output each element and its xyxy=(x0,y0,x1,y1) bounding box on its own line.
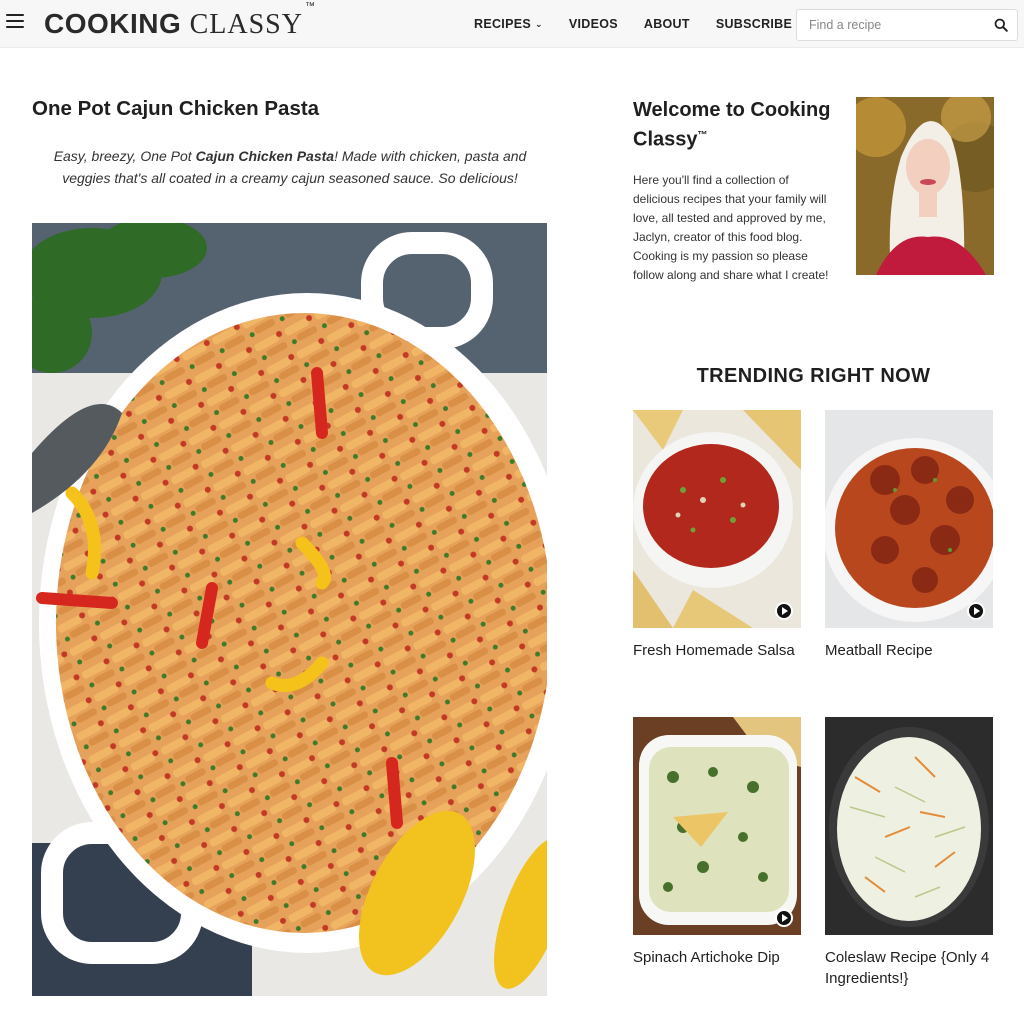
post-title: One Pot Cajun Chicken Pasta xyxy=(32,97,320,120)
chevron-down-icon: ⌄ xyxy=(534,18,543,29)
logo-trademark: ™ xyxy=(304,0,316,12)
hero-image-cajun-chicken-pasta xyxy=(32,223,547,996)
video-play-icon xyxy=(775,602,793,620)
site-logo[interactable]: COOKING CLASSY™ xyxy=(44,1,315,41)
nav-item-label: SUBSCRIBE xyxy=(715,17,793,31)
trending-card-meatball[interactable]: Meatball Recipe xyxy=(825,410,993,661)
logo-word-classy: CLASSY xyxy=(189,9,303,40)
trending-card-spinach-dip[interactable]: Spinach Artichoke Dip xyxy=(633,717,801,968)
trending-card-salsa[interactable]: Fresh Homemade Salsa xyxy=(633,410,801,661)
nav-item-label: VIDEOS xyxy=(568,17,618,31)
nav-item-videos[interactable]: VIDEOS xyxy=(569,17,618,31)
recipe-thumbnail-meatball xyxy=(825,410,993,628)
trending-card-title: Spinach Artichoke Dip xyxy=(633,949,780,966)
logo-word-cooking: COOKING xyxy=(44,8,182,39)
search-box xyxy=(796,9,1018,41)
search-input[interactable] xyxy=(809,18,979,32)
welcome-trademark: ™ xyxy=(697,130,708,141)
nav-item-recipes[interactable]: RECIPES ⌄ xyxy=(474,17,543,31)
main-nav: RECIPES ⌄ VIDEOS ABOUT SUBSCRIBE xyxy=(474,17,818,31)
video-play-icon xyxy=(775,909,793,927)
trending-card-title: Meatball Recipe xyxy=(825,642,933,659)
recipe-thumbnail-salsa xyxy=(633,410,801,628)
welcome-text: Here you'll find a collection of delicio… xyxy=(633,173,829,282)
trending-card-title: Coleslaw Recipe {Only 4 Ingredients!} xyxy=(825,949,990,987)
welcome-title: Welcome to Cooking Classy™ xyxy=(633,97,843,153)
post-intro: Easy, breezy, One Pot Cajun Chicken Past… xyxy=(32,145,548,189)
welcome-title-text: Welcome to Cooking Classy xyxy=(633,99,831,151)
trending-card-coleslaw[interactable]: Coleslaw Recipe {Only 4 Ingredients!} xyxy=(825,717,993,989)
intro-recipe-name: Cajun Chicken Pasta xyxy=(195,148,335,164)
nav-item-about[interactable]: ABOUT xyxy=(644,17,690,31)
recipe-thumbnail-coleslaw xyxy=(825,717,993,935)
menu-icon[interactable] xyxy=(6,14,24,30)
search-icon[interactable] xyxy=(994,18,1008,32)
video-play-icon xyxy=(967,602,985,620)
trending-card-title: Fresh Homemade Salsa xyxy=(633,642,795,659)
nav-item-subscribe[interactable]: SUBSCRIBE xyxy=(716,17,792,31)
intro-text-start: Easy, breezy, One Pot xyxy=(53,148,196,164)
author-portrait[interactable] xyxy=(856,97,994,275)
site-header: COOKING CLASSY™ RECIPES ⌄ VIDEOS ABOUT SU… xyxy=(0,0,1024,48)
recipe-thumbnail-spinach-dip xyxy=(633,717,801,935)
trending-title: TRENDING RIGHT NOW xyxy=(696,365,931,387)
nav-item-label: RECIPES xyxy=(474,17,531,31)
nav-item-label: ABOUT xyxy=(643,17,690,31)
